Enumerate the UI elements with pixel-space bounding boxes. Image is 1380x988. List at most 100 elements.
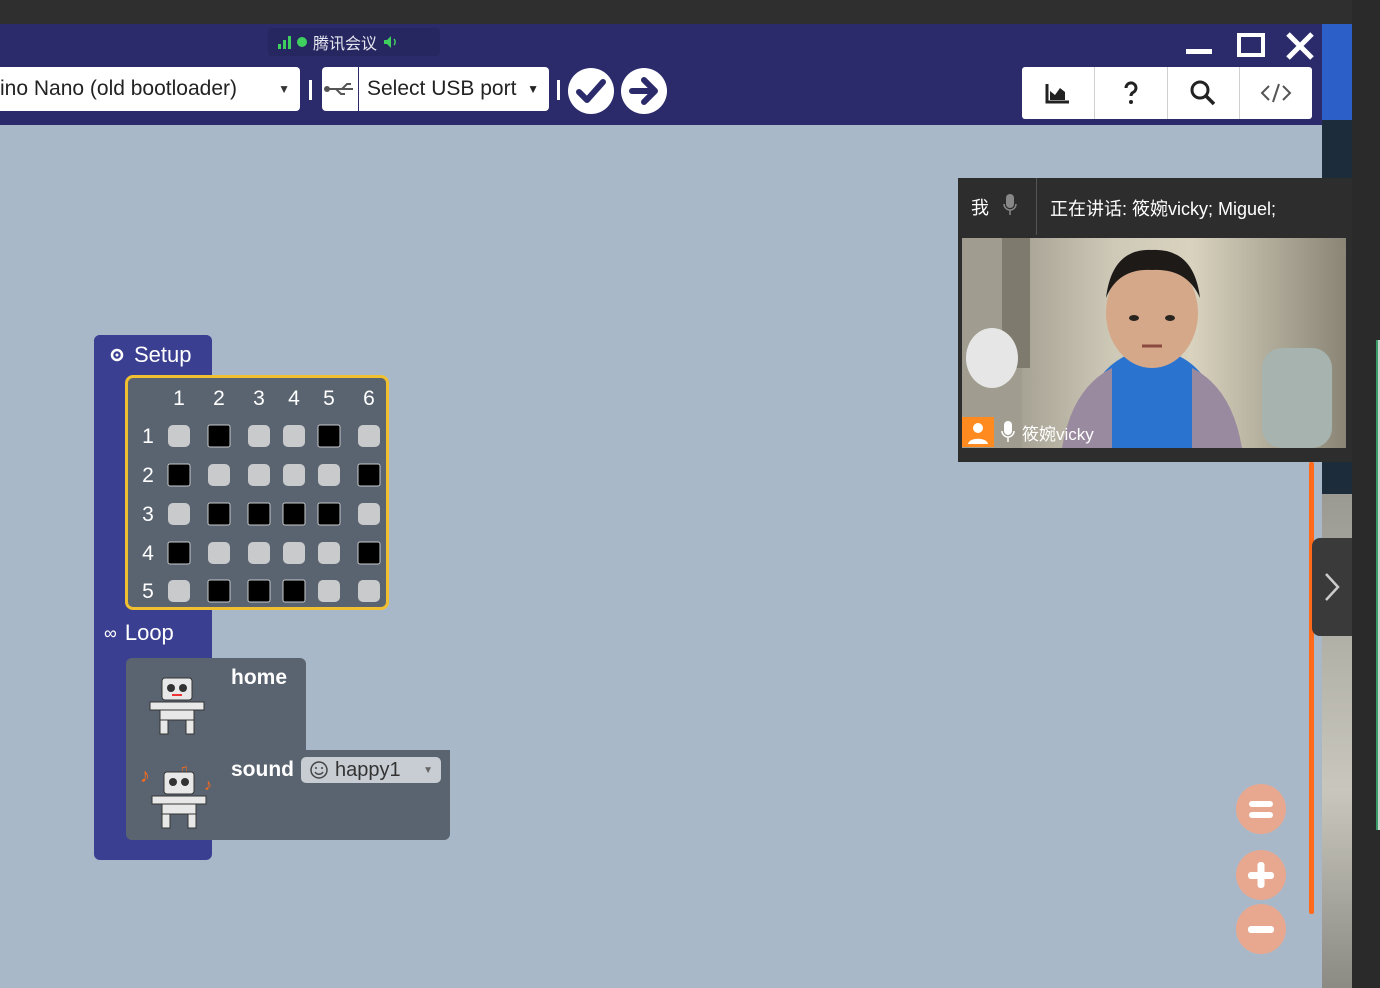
matrix-cell[interactable] (317, 502, 341, 526)
toolbar-divider (557, 80, 560, 100)
matrix-cell[interactable] (318, 542, 340, 564)
code-view-button[interactable] (1240, 67, 1312, 119)
minimize-icon (1186, 49, 1212, 54)
plotter-button[interactable] (1022, 67, 1095, 119)
video-call-panel[interactable]: 我 正在讲话: 筱婉vicky; Miguel; 筱婉vicky (958, 178, 1352, 462)
chevron-down-icon: ▼ (527, 82, 539, 96)
arrow-right-icon (629, 77, 658, 105)
matrix-cell[interactable] (357, 463, 381, 487)
minus-icon (1248, 926, 1274, 933)
matrix-column-label: 4 (288, 387, 300, 410)
meeting-app-name: 腾讯会议 (313, 36, 378, 53)
matrix-cell[interactable] (207, 502, 231, 526)
user-icon (962, 417, 994, 447)
board-select-value: ino Nano (old bootloader) (0, 77, 237, 100)
matrix-cell[interactable] (358, 425, 380, 447)
matrix-cell[interactable] (317, 424, 341, 448)
matrix-column-label: 2 (213, 387, 225, 410)
maximize-button[interactable] (1232, 30, 1272, 62)
board-select[interactable]: ino Nano (old bootloader) ▼ (0, 67, 300, 111)
matrix-cell[interactable] (208, 464, 230, 486)
matrix-cell[interactable] (282, 502, 306, 526)
close-button[interactable] (1280, 30, 1320, 62)
participant-name-tag: 筱婉vicky (962, 416, 1112, 448)
matrix-cell[interactable] (167, 463, 191, 487)
gear-icon (110, 348, 124, 362)
matrix-cell[interactable] (318, 464, 340, 486)
chevron-down-icon: ▼ (278, 82, 290, 96)
search-button[interactable] (1168, 67, 1241, 119)
matrix-cell[interactable] (247, 579, 271, 603)
chevron-right-icon (1325, 573, 1340, 601)
upload-button[interactable] (621, 68, 667, 114)
infinity-icon: ∞ (104, 622, 117, 643)
help-icon (1124, 81, 1138, 104)
matrix-cell[interactable] (168, 503, 190, 525)
matrix-cell[interactable] (168, 425, 190, 447)
matrix-cell[interactable] (248, 425, 270, 447)
equals-icon (1249, 801, 1273, 818)
matrix-cell[interactable] (208, 542, 230, 564)
participant-name: 筱婉vicky (1022, 424, 1094, 444)
matrix-cell[interactable] (318, 580, 340, 602)
window-controls (1176, 30, 1322, 62)
window-top-bar (0, 0, 1380, 24)
zoom-out-button[interactable] (1236, 904, 1286, 954)
matrix-cell[interactable] (207, 424, 231, 448)
svg-text:♪: ♪ (204, 777, 212, 794)
scroll-indicator[interactable] (1309, 462, 1314, 914)
sound-dropdown[interactable]: happy1 ▼ (301, 757, 441, 783)
help-button[interactable] (1095, 67, 1168, 119)
robot-music-icon: ♪ ♫ ♪ (140, 761, 212, 829)
setup-block-header[interactable]: Setup (94, 335, 212, 375)
minimize-button[interactable] (1180, 30, 1220, 62)
matrix-cell[interactable] (283, 425, 305, 447)
matrix-column-label: 1 (173, 387, 185, 410)
matrix-column-label: 3 (253, 387, 265, 410)
matrix-column-label: 5 (323, 387, 335, 410)
matrix-row-label: 3 (142, 503, 154, 526)
smiley-icon (310, 761, 328, 779)
led-matrix-grid: 1 2 3 4 5 612345 (142, 387, 381, 603)
matrix-cell[interactable] (248, 542, 270, 564)
screen-edge (1352, 0, 1380, 988)
code-icon (1260, 83, 1292, 103)
usb-icon (324, 83, 353, 95)
video-panel-header: 我 正在讲话: 筱婉vicky; Miguel; (958, 178, 1352, 235)
matrix-cell[interactable] (358, 503, 380, 525)
zoom-reset-button[interactable] (1236, 784, 1286, 834)
close-icon (1286, 32, 1314, 60)
loop-block-header[interactable]: ∞ Loop (104, 620, 174, 646)
matrix-cell[interactable] (167, 541, 191, 565)
checkmark-icon (576, 79, 606, 103)
home-label: home (231, 666, 288, 689)
matrix-cell[interactable] (283, 464, 305, 486)
microphone-icon (1001, 421, 1015, 442)
self-label: 我 (971, 198, 989, 218)
maximize-icon (1237, 33, 1265, 57)
led-matrix-block[interactable]: 12345612345 (125, 375, 389, 610)
plus-icon (1248, 862, 1274, 888)
matrix-cell[interactable] (357, 541, 381, 565)
matrix-cell[interactable] (248, 464, 270, 486)
chevron-down-icon: ▼ (423, 764, 433, 776)
matrix-cell[interactable] (207, 579, 231, 603)
verify-button[interactable] (568, 68, 614, 114)
meeting-badge[interactable]: 腾讯会议 (268, 28, 440, 56)
home-block[interactable]: home (126, 658, 306, 750)
usb-port-select[interactable]: Select USB port ▼ (359, 67, 549, 111)
usb-port-icon-box[interactable] (322, 67, 358, 111)
matrix-cell[interactable] (358, 580, 380, 602)
matrix-cell[interactable] (168, 580, 190, 602)
loop-label: Loop (124, 620, 174, 645)
matrix-cell[interactable] (247, 502, 271, 526)
matrix-cell[interactable] (282, 579, 306, 603)
sound-label: sound (231, 758, 294, 781)
robot-icon (149, 677, 205, 735)
speaker-icon (384, 36, 396, 48)
microphone-icon[interactable] (1002, 192, 1018, 218)
zoom-in-button[interactable] (1236, 850, 1286, 900)
matrix-row-label: 2 (142, 464, 154, 487)
matrix-cell[interactable] (283, 542, 305, 564)
side-panel-toggle[interactable] (1312, 538, 1352, 636)
